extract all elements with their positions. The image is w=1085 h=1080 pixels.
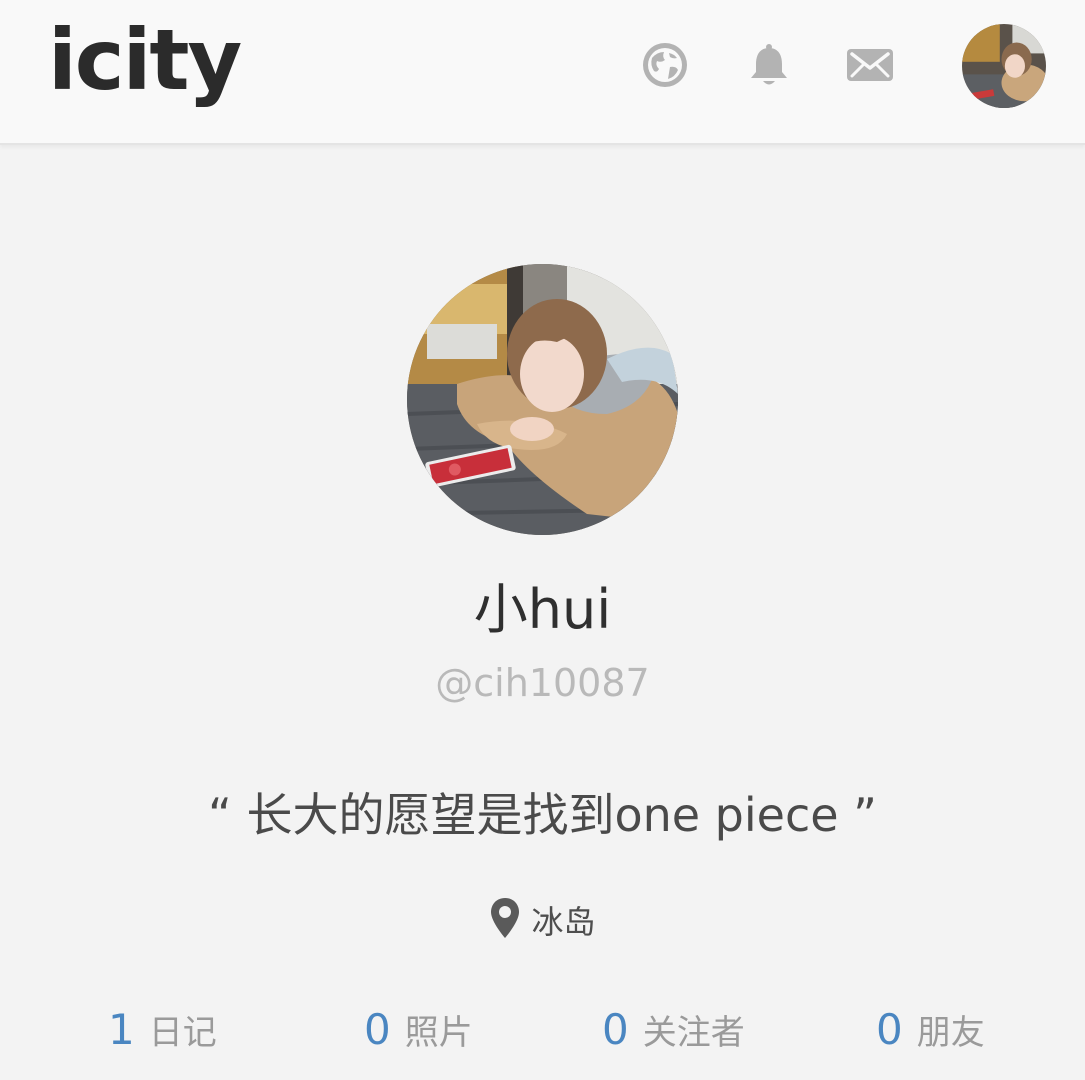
stat-label: 日记 <box>148 1013 217 1053</box>
profile-bio: “ 长大的愿望是找到one piece ” <box>208 788 877 842</box>
location-text: 冰岛 <box>531 903 596 941</box>
top-nav-bar: icity <box>0 0 1085 145</box>
stat-label: 照片 <box>404 1013 473 1053</box>
stat-followers[interactable]: 0 关注者 <box>602 998 745 1062</box>
app-logo[interactable]: icity <box>48 10 242 110</box>
stat-label: 关注者 <box>642 1013 745 1053</box>
stat-count: 1 <box>108 1005 135 1054</box>
stat-count: 0 <box>602 1005 629 1054</box>
profile-handle: @cih10087 <box>435 661 650 705</box>
stat-photos[interactable]: 0 照片 <box>364 998 473 1062</box>
stat-diary[interactable]: 1 日记 <box>108 998 217 1062</box>
globe-icon[interactable] <box>640 40 690 90</box>
profile-avatar <box>407 264 678 535</box>
profile-display-name: 小hui <box>473 578 612 641</box>
profile-location: 冰岛 <box>0 892 1085 950</box>
bell-icon[interactable] <box>744 40 794 90</box>
user-avatar-small[interactable] <box>962 24 1046 108</box>
stat-count: 0 <box>876 1005 903 1054</box>
stat-count: 0 <box>364 1005 391 1054</box>
stat-label: 朋友 <box>916 1013 985 1053</box>
map-pin-icon <box>489 896 521 940</box>
mail-icon[interactable] <box>845 40 895 90</box>
stat-friends[interactable]: 0 朋友 <box>876 998 985 1062</box>
